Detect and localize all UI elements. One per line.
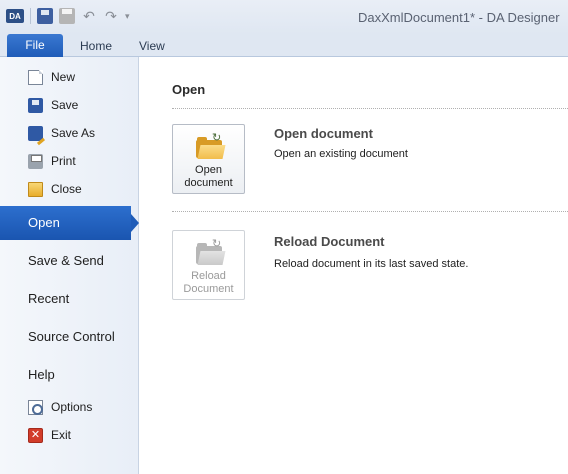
- nav-page-help-label: Help: [28, 367, 55, 382]
- save-icon: [28, 97, 43, 113]
- options-label: Options: [51, 400, 93, 414]
- open-document-title: Open document: [274, 126, 373, 141]
- new-document-icon: [28, 69, 43, 85]
- window-title: DaxXmlDocument1* - DA Designer: [358, 10, 560, 25]
- options-command[interactable]: Options: [0, 394, 139, 420]
- save-as-command[interactable]: Save As: [0, 120, 139, 146]
- nav-page-save-send[interactable]: Save & Send: [0, 244, 139, 278]
- options-icon: [28, 399, 43, 415]
- new-label: New: [51, 70, 76, 84]
- backstage-nav: New Save Save As Print Close Open Save &…: [0, 57, 139, 474]
- nav-page-recent[interactable]: Recent: [0, 282, 139, 316]
- undo-icon[interactable]: ↶: [81, 8, 97, 24]
- open-document-description: Open an existing document: [274, 148, 408, 160]
- toolbar-separator: [30, 8, 31, 24]
- close-command[interactable]: Close: [0, 176, 139, 202]
- print-command[interactable]: Print: [0, 148, 139, 174]
- tab-file[interactable]: File: [7, 34, 63, 57]
- redo-icon[interactable]: ↷: [103, 8, 119, 24]
- print-icon: [28, 153, 43, 169]
- nav-page-open[interactable]: Open: [0, 206, 139, 240]
- open-folder-icon: ↻: [196, 132, 226, 159]
- close-label: Close: [51, 182, 82, 196]
- title-bar: DA ↶ ↷ ▾ DaxXmlDocument1* - DA Designer: [0, 0, 568, 34]
- exit-command[interactable]: ✕ Exit: [0, 422, 139, 448]
- exit-label: Exit: [51, 428, 72, 442]
- print-label: Print: [51, 154, 76, 168]
- divider: [172, 108, 568, 109]
- open-page-panel: Open ↻ Open document Open document Open …: [140, 57, 568, 474]
- open-document-button-label: Open document: [184, 164, 233, 189]
- new-command[interactable]: New: [0, 64, 139, 90]
- divider: [172, 211, 568, 212]
- nav-page-help[interactable]: Help: [0, 358, 139, 392]
- print-icon[interactable]: [59, 8, 75, 24]
- tab-home[interactable]: Home: [80, 34, 112, 57]
- reload-document-title: Reload Document: [274, 234, 385, 249]
- nav-page-recent-label: Recent: [28, 291, 70, 306]
- app-icon[interactable]: DA: [6, 9, 24, 23]
- tab-view[interactable]: View: [139, 34, 165, 57]
- save-icon[interactable]: [37, 8, 53, 24]
- reload-document-button-label: Reload Document: [183, 270, 234, 295]
- ribbon-tab-bar: File Home View: [0, 34, 568, 57]
- nav-page-source-control-label: Source Control: [28, 329, 115, 344]
- close-folder-icon: [28, 181, 43, 197]
- reload-document-button[interactable]: ↻ Reload Document: [172, 230, 245, 300]
- quick-access-toolbar: DA ↶ ↷ ▾: [6, 8, 141, 24]
- save-label: Save: [51, 98, 79, 112]
- nav-page-source-control[interactable]: Source Control: [0, 320, 139, 354]
- save-as-label: Save As: [51, 126, 96, 140]
- open-document-button[interactable]: ↻ Open document: [172, 124, 245, 194]
- customize-toolbar-icon[interactable]: ▾: [125, 8, 141, 24]
- page-title: Open: [172, 82, 206, 97]
- exit-icon: ✕: [28, 427, 43, 443]
- save-command[interactable]: Save: [0, 92, 139, 118]
- nav-page-open-label: Open: [28, 215, 60, 230]
- nav-page-save-send-label: Save & Send: [28, 253, 104, 268]
- save-as-icon: [28, 125, 43, 141]
- reload-folder-icon: ↻: [196, 238, 226, 265]
- reload-document-description: Reload document in its last saved state.: [274, 258, 469, 270]
